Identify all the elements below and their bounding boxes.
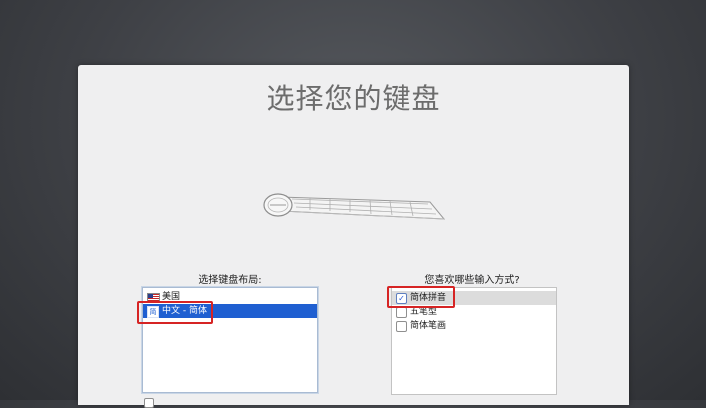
- layout-item-us[interactable]: 美国: [143, 290, 317, 304]
- keyboard-layout-list[interactable]: 美国 简 中文 - 简体: [142, 287, 318, 393]
- input-item-label: 简体拼音: [410, 293, 447, 303]
- input-method-column-label: 您喜欢哪些输入方式?: [424, 275, 520, 286]
- keyboard-illustration: [260, 187, 450, 231]
- checkbox-checked-icon[interactable]: ✓: [396, 293, 407, 304]
- layout-item-label: 中文 - 简体: [162, 306, 207, 316]
- chinese-input-icon: 简: [147, 306, 159, 318]
- input-item-wubi[interactable]: 五笔型: [392, 305, 556, 319]
- input-item-label: 简体笔画: [410, 321, 447, 331]
- us-flag-icon: [147, 293, 160, 303]
- input-item-label: 五笔型: [410, 307, 438, 317]
- checkbox-icon[interactable]: [396, 307, 407, 318]
- checkbox-icon[interactable]: [396, 321, 407, 332]
- keyboard-setup-panel: 选择您的键盘 选择键盘布局: 您喜欢哪些输入方式? 美国 简 中文 - 简体 ✓…: [78, 65, 629, 408]
- layout-column-label: 选择键盘布局:: [198, 275, 262, 286]
- input-method-list[interactable]: ✓ 简体拼音 五笔型 简体笔画: [391, 287, 557, 395]
- input-item-pinyin[interactable]: ✓ 简体拼音: [392, 291, 556, 305]
- layout-item-label: 美国: [162, 292, 181, 302]
- page-title: 选择您的键盘: [266, 82, 441, 115]
- layout-item-chinese-simplified[interactable]: 简 中文 - 简体: [143, 304, 317, 318]
- input-item-stroke[interactable]: 简体笔画: [392, 319, 556, 333]
